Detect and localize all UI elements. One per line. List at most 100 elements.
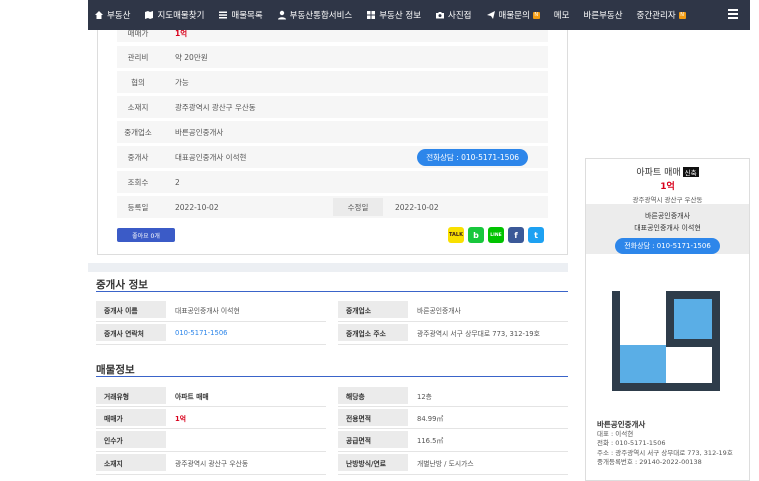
row-value: 대표공인중개사 이석현 (175, 152, 247, 162)
info-label: 중개업소 주소 (338, 324, 408, 341)
nav-item-info[interactable]: 부동산 정보 (366, 9, 421, 21)
camera-icon (436, 12, 445, 19)
info-cell: 전용면적 84.99㎡ (338, 409, 443, 426)
nav-label: 매물목록 (231, 11, 263, 21)
line-icon[interactable]: LINE (488, 227, 504, 243)
side-agent-box: 바른공인중개사 대표공인중개사 이석현 전화상담 : 010-5171-1506 (586, 204, 749, 254)
row-divider (338, 344, 568, 345)
nav-label: 지도매물찾기 (157, 11, 205, 21)
row-label: 수정일 (333, 198, 383, 216)
info-value: 개별난방 / 도시가스 (417, 459, 474, 468)
row-divider (338, 406, 568, 407)
nav-label: 매물문의 (498, 11, 530, 21)
row-divider (96, 344, 326, 345)
side-summary: 아파트 매매 신축 1억 광주광역시 광산구 우산동 (586, 159, 749, 204)
side-address: 광주광역시 광산구 우산동 (632, 196, 703, 204)
info-value: 1억 (175, 414, 186, 423)
section-title-listing: 매물정보 (96, 364, 135, 376)
detail-row-office: 중개업소 바른공인중개사 (117, 121, 548, 143)
nav-item-bareun[interactable]: 바른부동산 (583, 9, 622, 21)
row-value: 2022-10-02 (395, 202, 439, 212)
side-call-button[interactable]: 전화상담 : 010-5171-1506 (615, 238, 720, 254)
side-agent: 대표공인중개사 이석현 (634, 224, 701, 232)
nav-item-services[interactable]: 부동산통합서비스 (277, 9, 352, 21)
kakaotalk-icon[interactable]: TALK (448, 227, 464, 243)
detail-row-location: 소재지 광주광역시 광산구 우산동 (117, 96, 548, 118)
info-value: 116.5㎡ (417, 436, 444, 445)
listing-detail-card: 매매가 1억 관리비 약 20만원 협의 가능 소재지 광주광역시 광산구 우산… (97, 30, 568, 255)
detail-row-dates: 등록일 2022-10-02 수정일 2022-10-02 (117, 196, 548, 218)
side-agency-info: 바른공인중개사 대표 : 이석현 전화 : 010-5171-1506 주소 :… (597, 420, 747, 468)
side-price: 1억 (660, 182, 675, 192)
user-icon (277, 10, 286, 20)
new-badge: 신축 (682, 167, 699, 177)
info-label: 중개사 연락처 (96, 324, 166, 341)
nav-label: 부동산 (107, 11, 131, 21)
logo-graphic (612, 291, 720, 391)
row-divider (338, 321, 568, 322)
home-icon (95, 11, 103, 19)
new-badge: N (678, 11, 686, 19)
info-value: 바른공인중개사 (417, 306, 461, 315)
info-cell: 공급면적 116.5㎡ (338, 431, 443, 448)
section-divider (88, 263, 568, 272)
info-label: 공급면적 (338, 431, 408, 448)
info-value: 84.99㎡ (417, 414, 444, 423)
nav-item-realestate[interactable]: 부동산 (94, 9, 130, 21)
row-divider (96, 474, 326, 475)
nav-item-map[interactable]: 지도매물찾기 (144, 9, 204, 21)
row-divider (338, 428, 568, 429)
agent-phone-link[interactable]: 010-5171-1506 (175, 329, 227, 337)
agency-logo (600, 277, 730, 397)
info-label: 중개사 이름 (96, 301, 166, 318)
row-divider (96, 406, 326, 407)
row-divider (338, 451, 568, 452)
row-value: 1억 (175, 30, 188, 38)
nav-label: 메모 (553, 11, 570, 21)
info-cell: 거래유형 아파트 매매 (96, 387, 209, 404)
new-badge: N (532, 11, 540, 19)
info-cell: 중개업소 주소 광주광역시 서구 상무대로 773, 312-19호 (338, 324, 540, 341)
map-icon (145, 11, 154, 19)
row-value: 가능 (175, 77, 189, 87)
row-divider (96, 428, 326, 429)
twitter-icon[interactable]: t (528, 227, 544, 243)
info-value: 대표공인중개사 이석현 (175, 306, 240, 315)
call-button[interactable]: 전화상담 : 010-5171-1506 (417, 149, 528, 166)
nav-item-photos[interactable]: 사진접 (435, 9, 472, 21)
band-icon[interactable]: b (468, 227, 484, 243)
row-label: 조회수 (127, 177, 149, 187)
agent-side-card: 아파트 매매 신축 1억 광주광역시 광산구 우산동 바른공인중개사 대표공인중개… (585, 158, 750, 481)
detail-row-agent: 중개사 대표공인중개사 이석현 전화상담 : 010-5171-1506 (117, 146, 548, 168)
facebook-icon[interactable]: f (508, 227, 524, 243)
side-info-addr: 주소 : 광주광역시 서구 상무대로 773, 312-19호 (597, 448, 733, 457)
nav-label: 부동산 정보 (379, 11, 422, 21)
row-label: 매매가 (127, 30, 149, 38)
info-cell: 매매가 1억 (96, 409, 186, 426)
detail-row-views: 조회수 2 (117, 171, 548, 193)
info-label: 인수가 (96, 431, 166, 448)
side-office: 바른공인중개사 (644, 212, 691, 220)
nav-label: 바른부동산 (583, 11, 623, 21)
detail-row-price: 매매가 1억 (117, 30, 548, 42)
nav-label: 사진접 (448, 11, 472, 21)
nav-item-inquiry[interactable]: 매물문의 N (486, 9, 540, 21)
nav-item-memo[interactable]: 메모 (554, 9, 570, 21)
info-label: 중개업소 (338, 301, 408, 318)
row-label: 등록일 (127, 202, 149, 212)
side-info-tel: 전화 : 010-5171-1506 (597, 439, 666, 447)
nav-item-manager[interactable]: 중간관리자 N (637, 9, 686, 21)
nav-item-listings[interactable]: 매물목록 (218, 9, 263, 21)
row-label: 중개사 (127, 152, 149, 162)
info-cell: 중개사 이름 대표공인중개사 이석현 (96, 301, 240, 318)
section-underline (96, 291, 568, 292)
row-label: 관리비 (127, 52, 149, 62)
info-cell: 중개사 연락처 010-5171-1506 (96, 324, 227, 341)
info-cell: 난방방식/연료 개별난방 / 도시가스 (338, 454, 474, 471)
detail-row-nego: 협의 가능 (117, 71, 548, 93)
like-button[interactable]: 좋아요 0개 (117, 228, 175, 242)
info-cell: 해당층 12층 (338, 387, 432, 404)
hamburger-icon[interactable] (728, 9, 738, 19)
row-value: 광주광역시 광산구 우산동 (175, 102, 256, 112)
section-title-agent: 중개사 정보 (96, 279, 148, 291)
